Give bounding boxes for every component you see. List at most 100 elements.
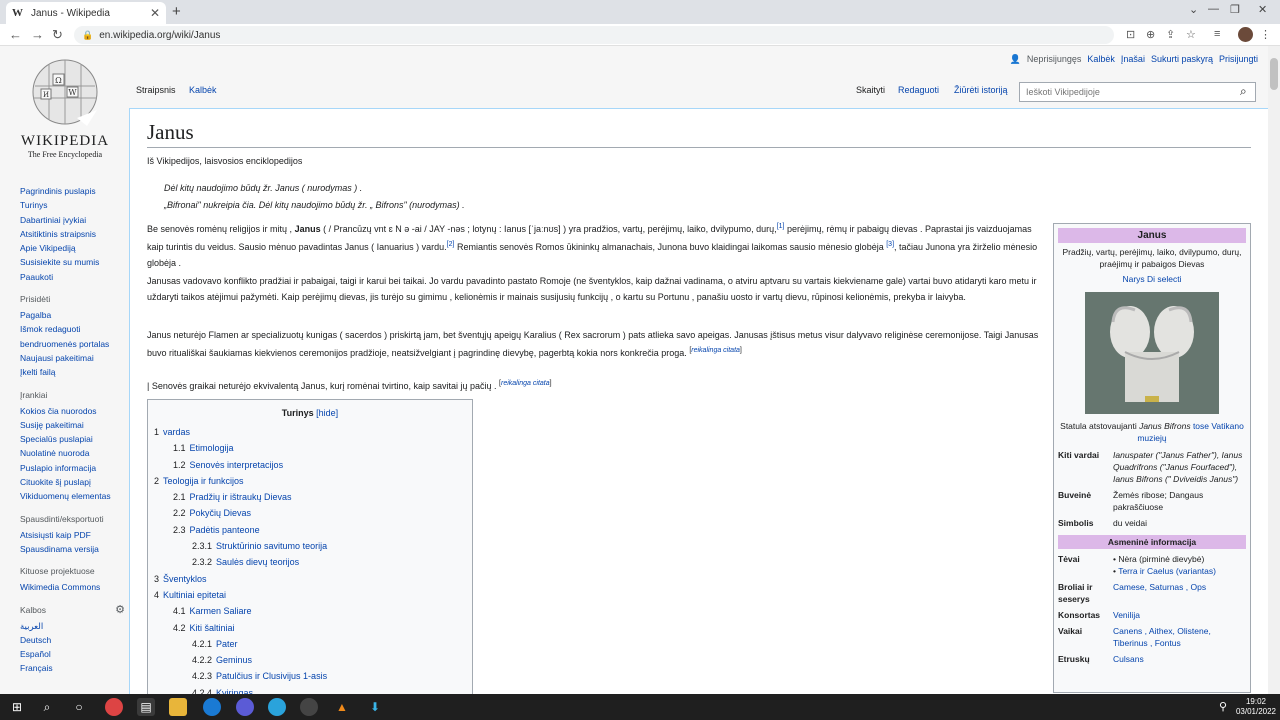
sidebar-item-special-pages[interactable]: Specialūs puslapiai: [20, 432, 125, 446]
toc-item[interactable]: 2.2 Pokyčių Dievas: [148, 505, 472, 521]
address-bar[interactable]: 🔒 en.wikipedia.org/wiki/Janus: [74, 26, 1114, 44]
forward-icon[interactable]: →: [31, 27, 44, 42]
sidebar-item-community-portal[interactable]: bendruomenės portalas: [20, 337, 125, 351]
reload-icon[interactable]: ↻: [52, 27, 63, 43]
sidebar-item-page-information[interactable]: Puslapio informacija: [20, 461, 125, 475]
scrollbar-thumb[interactable]: [1270, 58, 1278, 90]
sidebar-item-lang-arabic[interactable]: العربية: [20, 619, 125, 633]
infobox-member-link[interactable]: Narys Di selecti: [1054, 273, 1250, 288]
steam-icon[interactable]: [300, 698, 318, 716]
translate-icon[interactable]: ⊡: [1126, 28, 1135, 41]
new-tab-button[interactable]: +: [172, 3, 181, 20]
sidebar-item-recent-changes[interactable]: Naujausi pakeitimai: [20, 351, 125, 365]
page-scrollbar[interactable]: [1268, 46, 1280, 694]
toc-item[interactable]: 2 Teologija ir funkcijos: [148, 473, 472, 489]
back-icon[interactable]: ←: [9, 27, 22, 42]
task-view-icon[interactable]: ○: [70, 698, 88, 716]
bookmark-star-icon[interactable]: ☆: [1186, 28, 1196, 41]
toc-item[interactable]: 1.1 Etimologija: [148, 440, 472, 456]
toc-item[interactable]: 4 Kultiniai epitetai: [148, 587, 472, 603]
sidebar-item-cite-page[interactable]: Cituokite šį puslapį: [20, 475, 125, 489]
sidebar-item-download-pdf[interactable]: Atsisiųsti kaip PDF: [20, 528, 125, 542]
toc-hide-link[interactable]: [hide]: [316, 408, 338, 418]
sidebar-item-lang-french[interactable]: Français: [20, 661, 125, 675]
menu-icon[interactable]: ⋮: [1260, 28, 1271, 41]
infobox-value[interactable]: Camese, Saturnas , Ops: [1113, 581, 1246, 605]
infobox-value[interactable]: Canens , Aithex, Olistene, Tiberinus , F…: [1113, 625, 1246, 649]
sidebar-item-lang-spanish[interactable]: Español: [20, 647, 125, 661]
toc-item[interactable]: 4.2.2 Geminus: [148, 652, 472, 668]
store-icon[interactable]: ▤: [137, 698, 155, 716]
discord-icon[interactable]: [236, 698, 254, 716]
infobox-value[interactable]: Culsans: [1113, 653, 1246, 665]
windows-start-icon[interactable]: ⊞: [8, 698, 26, 716]
telegram-icon[interactable]: [268, 698, 286, 716]
sidebar-item-current-events[interactable]: Dabartiniai įvykiai: [20, 213, 125, 227]
close-tab-icon[interactable]: ✕: [150, 6, 160, 20]
toc-item[interactable]: 4.2.1 Pater: [148, 636, 472, 652]
toc-item[interactable]: 1 vardas: [148, 424, 472, 440]
sidebar-item-donate[interactable]: Paaukoti: [20, 270, 125, 284]
toc-item[interactable]: 1.2 Senovės interpretacijos: [148, 457, 472, 473]
toc-item[interactable]: 2.1 Pradžių ir ištraukų Dievas: [148, 489, 472, 505]
tab-talk[interactable]: Kalbėk: [189, 85, 217, 95]
wikipedia-logo[interactable]: Ω W И WIKIPEDIA The Free Encyclopedia: [20, 56, 110, 159]
toc-item[interactable]: 2.3.1 Struktūrinio savitumo teorija: [148, 538, 472, 554]
sidebar-item-upload-file[interactable]: Įkelti failą: [20, 365, 125, 379]
talk-link[interactable]: Kalbėk: [1087, 54, 1115, 65]
sidebar-item-random-article[interactable]: Atsitiktinis straipsnis: [20, 227, 125, 241]
maximize-icon[interactable]: ❐: [1230, 3, 1240, 16]
citation-needed-link[interactable]: reikalinga citata: [501, 380, 550, 387]
sidebar-item-what-links-here[interactable]: Kokios čia nuorodos: [20, 404, 125, 418]
share-icon[interactable]: ⇪: [1166, 28, 1175, 41]
tab-read[interactable]: Skaityti: [856, 85, 885, 95]
create-account-link[interactable]: Sukurti paskyrą: [1151, 54, 1213, 65]
sidebar-item-about[interactable]: Apie Vikipediją: [20, 241, 125, 255]
search-icon[interactable]: ⌕: [1240, 84, 1247, 99]
sidebar-item-printable-version[interactable]: Spausdinama versija: [20, 542, 125, 556]
sidebar-item-help[interactable]: Pagalba: [20, 308, 125, 322]
chrome-icon[interactable]: [105, 698, 123, 716]
download-icon[interactable]: ⬇: [366, 698, 384, 716]
sidebar-item-wikimedia-commons[interactable]: Wikimedia Commons: [20, 580, 125, 594]
profile-avatar[interactable]: [1238, 27, 1253, 42]
contributions-link[interactable]: Įnašai: [1121, 54, 1145, 65]
edge-icon[interactable]: [203, 698, 221, 716]
janus-statue-image[interactable]: [1085, 292, 1219, 414]
toc-item[interactable]: 4.1 Karmen Saliare: [148, 603, 472, 619]
sidebar-item-related-changes[interactable]: Susiję pakeitimai: [20, 418, 125, 432]
infobox-value[interactable]: Venilija: [1113, 609, 1246, 621]
login-link[interactable]: Prisijungti: [1219, 54, 1258, 65]
minimize-icon[interactable]: —: [1208, 3, 1219, 15]
sidebar-item-main-page[interactable]: Pagrindinis puslapis: [20, 184, 125, 198]
sidebar-item-wikidata-item[interactable]: Vikiduomenų elementas: [20, 489, 125, 503]
tab-article[interactable]: Straipsnis: [136, 85, 176, 95]
search-icon[interactable]: ⌕: [38, 698, 56, 716]
sidebar-item-contact[interactable]: Susisiekite su mumis: [20, 255, 125, 269]
toc-item[interactable]: 3 Šventyklos: [148, 571, 472, 587]
tab-search-icon[interactable]: ⌄: [1189, 3, 1198, 16]
sidebar-item-permanent-link[interactable]: Nuolatinė nuoroda: [20, 446, 125, 460]
taskbar-clock[interactable]: 19:02 03/01/2022: [1236, 697, 1276, 717]
toc-item[interactable]: 2.3.2 Saulės dievų teorijos: [148, 554, 472, 570]
toc-item[interactable]: 4.2.3 Patulčius ir Clusivijus 1-asis: [148, 668, 472, 684]
parent-link[interactable]: Terra ir Caelus (variantas): [1118, 566, 1216, 576]
tab-view-history[interactable]: Žiūrėti istoriją: [954, 85, 1008, 95]
tab-edit[interactable]: Redaguoti: [898, 85, 939, 95]
toc-item[interactable]: 4.2 Kiti šaltiniai: [148, 620, 472, 636]
citation-needed-link[interactable]: reikalinga citata: [691, 347, 740, 354]
zoom-icon[interactable]: ⊕: [1146, 28, 1155, 41]
network-icon[interactable]: ⚲: [1214, 698, 1232, 716]
vlc-icon[interactable]: ▲: [333, 698, 351, 716]
gear-icon[interactable]: ⚙: [115, 604, 125, 616]
toc-item[interactable]: 2.3 Padėtis panteone: [148, 522, 472, 538]
sidebar-item-learn-to-edit[interactable]: Išmok redaguoti: [20, 322, 125, 336]
reference-link[interactable]: [3]: [886, 241, 894, 248]
close-window-icon[interactable]: ✕: [1258, 3, 1267, 16]
browser-tab[interactable]: W Janus - Wikipedia ✕: [6, 2, 166, 24]
reading-list-icon[interactable]: ≡: [1214, 28, 1220, 40]
sidebar-item-lang-german[interactable]: Deutsch: [20, 633, 125, 647]
search-input[interactable]: [1019, 82, 1256, 102]
file-explorer-icon[interactable]: [169, 698, 187, 716]
toc-item[interactable]: 4.2.4 Kviringas: [148, 685, 472, 694]
